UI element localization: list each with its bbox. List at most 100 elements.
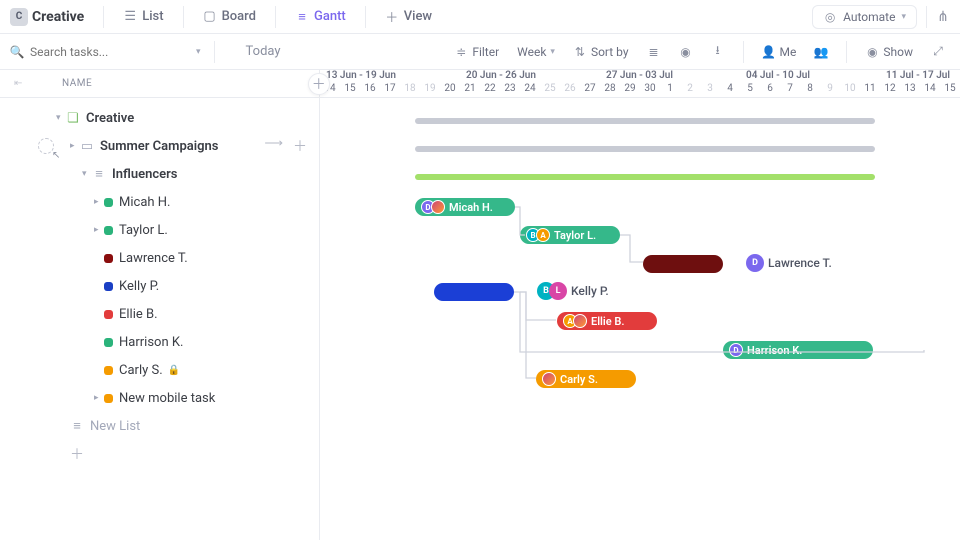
view-gantt[interactable]: ≡ Gantt [285, 4, 356, 29]
time-day-cell[interactable]: 28 [600, 83, 620, 97]
tree-task[interactable]: ▸Taylor L. [0, 216, 319, 244]
add-view[interactable]: ＋ View [375, 4, 442, 29]
status-square [104, 282, 113, 291]
time-day-cell[interactable]: 23 [500, 83, 520, 97]
view-label: List [142, 9, 163, 24]
time-day-cell[interactable]: 6 [760, 83, 780, 97]
time-day-cell[interactable]: 25 [540, 83, 560, 97]
tree-task[interactable]: Harrison K. [0, 328, 319, 356]
time-day-cell[interactable]: 19 [420, 83, 440, 97]
add-subtask-button[interactable]: ＋ [293, 136, 307, 156]
view-list[interactable]: ☰ List [113, 4, 173, 29]
add-task-button[interactable]: ＋ [308, 73, 330, 95]
time-day-cell[interactable]: 14 [920, 83, 940, 97]
zoom-week-button[interactable]: Week ▾ [512, 42, 560, 62]
export-button[interactable]: ⭳ [706, 42, 730, 62]
tree-task[interactable]: Kelly P. [0, 272, 319, 300]
time-day-cell[interactable]: 15 [340, 83, 360, 97]
tree-task[interactable]: Carly S.🔒 [0, 356, 319, 384]
search-icon: 🔍 [10, 45, 24, 59]
gantt-bar-summary[interactable] [415, 146, 875, 152]
time-day-cell[interactable]: 22 [480, 83, 500, 97]
filter-button[interactable]: ≑Filter [449, 42, 504, 62]
gantt-bar-carly[interactable]: Carly S. [536, 370, 636, 388]
caret-down-icon[interactable]: ▾ [82, 169, 92, 179]
search-input[interactable] [30, 45, 150, 59]
tree-task[interactable]: Lawrence T. [0, 244, 319, 272]
bar-side-label: Kelly P. [571, 284, 609, 298]
gantt-bar-harrison[interactable]: D Harrison K. [723, 341, 873, 359]
time-day-cell[interactable]: 29 [620, 83, 640, 97]
new-list-row[interactable]: ≡ New List [0, 412, 319, 440]
time-day-cell[interactable]: 18 [400, 83, 420, 97]
tree-space[interactable]: ▾ ❏ Creative [0, 104, 319, 132]
view-label: View [404, 9, 432, 24]
gantt-bar-summary[interactable] [415, 174, 875, 180]
time-day-cell[interactable]: 8 [800, 83, 820, 97]
time-range-label: 11 Jul - 17 Jul [886, 70, 950, 81]
chevron-down-icon[interactable]: ▾ [196, 47, 201, 57]
avatar: D [729, 343, 743, 357]
caret-right-icon[interactable]: ▸ [94, 393, 104, 403]
gantt-bar-micah[interactable]: D Micah H. [415, 198, 515, 216]
add-list-button[interactable]: ＋ [0, 440, 319, 468]
show-button[interactable]: ◉Show [860, 42, 918, 62]
time-day-cell[interactable]: 27 [580, 83, 600, 97]
workspace-badge[interactable]: C [10, 8, 28, 26]
color-button[interactable]: ◉ [674, 42, 698, 62]
time-day-cell[interactable]: 24 [520, 83, 540, 97]
avatar: D [746, 254, 764, 272]
show-label: Show [883, 45, 913, 59]
avatar [573, 314, 587, 328]
time-day-cell[interactable]: 2 [680, 83, 700, 97]
time-day-cell[interactable]: 30 [640, 83, 660, 97]
time-day-cell[interactable]: 13 [900, 83, 920, 97]
time-day-cell[interactable]: 5 [740, 83, 760, 97]
bar-label: Ellie B. [591, 315, 625, 328]
time-day-cell[interactable]: 1 [660, 83, 680, 97]
sort-button[interactable]: ⇅Sort by [568, 42, 634, 62]
tree-task[interactable]: ▸Micah H. [0, 188, 319, 216]
time-day-cell[interactable]: 15 [940, 83, 960, 97]
time-day-cell[interactable]: 17 [380, 83, 400, 97]
path-button[interactable]: ≣ [642, 42, 666, 62]
caret-down-icon[interactable]: ▸ [70, 141, 80, 151]
gantt-bar-summary[interactable] [415, 118, 875, 124]
fullscreen-button[interactable]: ⤢ [926, 42, 950, 62]
caret-down-icon[interactable]: ▾ [56, 113, 66, 123]
gantt-bar-kelly[interactable] [434, 283, 514, 301]
time-day-cell[interactable]: 10 [840, 83, 860, 97]
tree-list[interactable]: ▾ ≡ Influencers [0, 160, 319, 188]
go-arrow-icon[interactable]: ⟶ [264, 136, 283, 156]
time-day-cell[interactable]: 20 [440, 83, 460, 97]
workspace-name[interactable]: Creative [32, 9, 84, 25]
automate-button[interactable]: ◎ Automate ▾ [812, 5, 917, 29]
time-day-cell[interactable]: 16 [360, 83, 380, 97]
tree-folder[interactable]: ▸ ▭ Summer Campaigns ⟶ ＋ ↖ [0, 132, 319, 160]
status-square [104, 310, 113, 319]
time-day-cell[interactable]: 9 [820, 83, 840, 97]
me-button[interactable]: 👤Me [757, 42, 802, 62]
gantt-bar-taylor[interactable]: B A Taylor L. [520, 226, 620, 244]
collapse-icon[interactable]: ⇤ [14, 78, 23, 89]
time-day-cell[interactable]: 26 [560, 83, 580, 97]
time-day-cell[interactable]: 21 [460, 83, 480, 97]
time-day-cell[interactable]: 7 [780, 83, 800, 97]
tree-task[interactable]: ▸New mobile task [0, 384, 319, 412]
time-day-cell[interactable]: 11 [860, 83, 880, 97]
share-icon[interactable]: ⋔ [936, 10, 950, 24]
today-button[interactable]: Today [246, 44, 281, 59]
tree-task[interactable]: Ellie B. [0, 300, 319, 328]
time-day-cell[interactable]: 12 [880, 83, 900, 97]
caret-right-icon[interactable]: ▸ [94, 197, 104, 207]
assignees-button[interactable]: 👥 [809, 42, 833, 62]
caret-right-icon[interactable]: ▸ [94, 225, 104, 235]
time-day-cell[interactable]: 4 [720, 83, 740, 97]
filter-icon: ≑ [454, 45, 468, 59]
time-day-cell[interactable]: 3 [700, 83, 720, 97]
gantt-bar-ellie[interactable]: A Ellie B. [557, 312, 657, 330]
search-box[interactable]: 🔍 ▾ [10, 45, 201, 59]
gantt-bar-lawrence[interactable] [643, 255, 723, 273]
column-header-name: ⇤ NAME ＋ [0, 70, 319, 98]
view-board[interactable]: ▢ Board [193, 4, 266, 29]
